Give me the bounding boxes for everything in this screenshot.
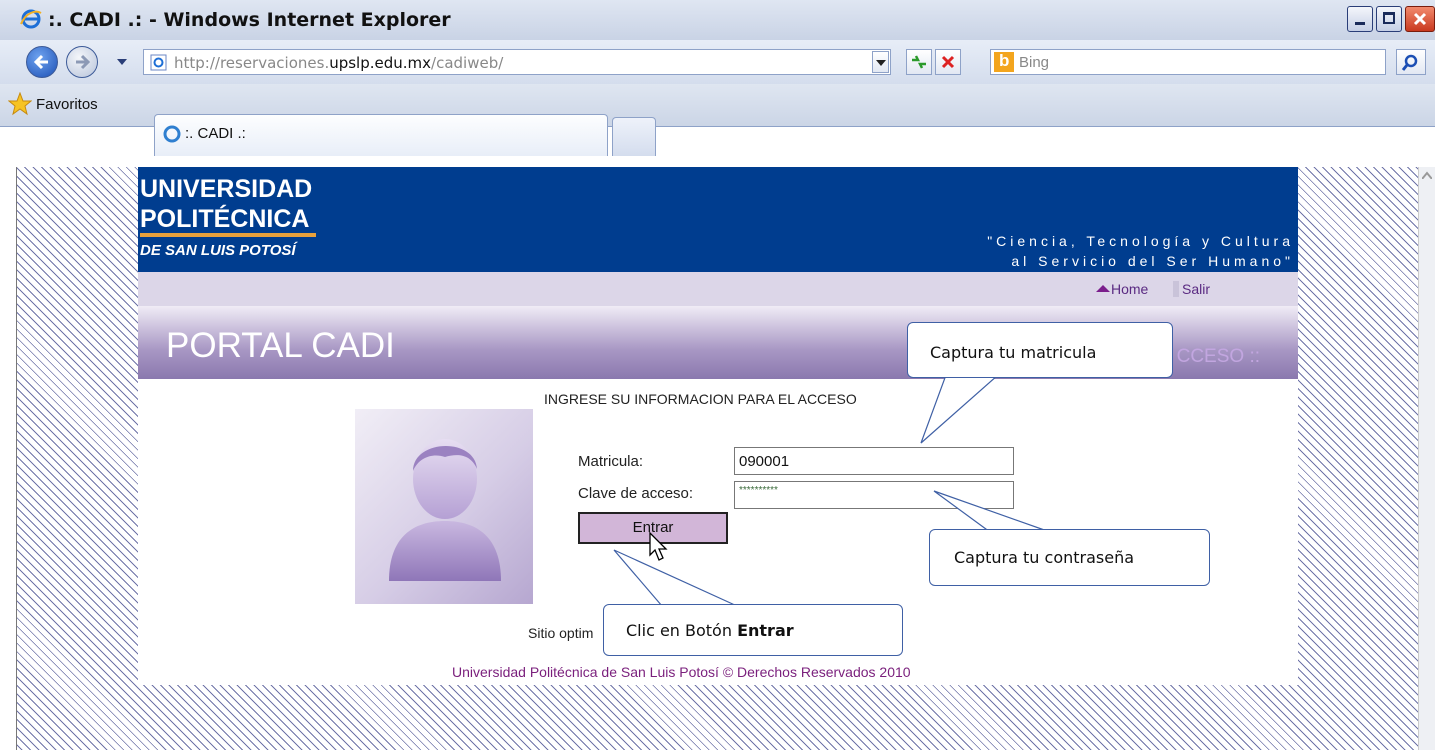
callout-matricula: Captura tu matricula — [907, 322, 1173, 378]
callout-matricula-text: Captura tu matricula — [930, 343, 1097, 362]
callout-entrar: Clic en Botón Entrar — [603, 604, 903, 656]
callout-contrasena-text: Captura tu contraseña — [954, 548, 1135, 567]
callout-entrar-prefix: Clic en Botón — [626, 621, 738, 640]
callout-entrar-text: Clic en Botón Entrar — [626, 621, 794, 640]
callout-contrasena: Captura tu contraseña — [929, 529, 1210, 586]
callout-entrar-bold: Entrar — [737, 621, 794, 640]
